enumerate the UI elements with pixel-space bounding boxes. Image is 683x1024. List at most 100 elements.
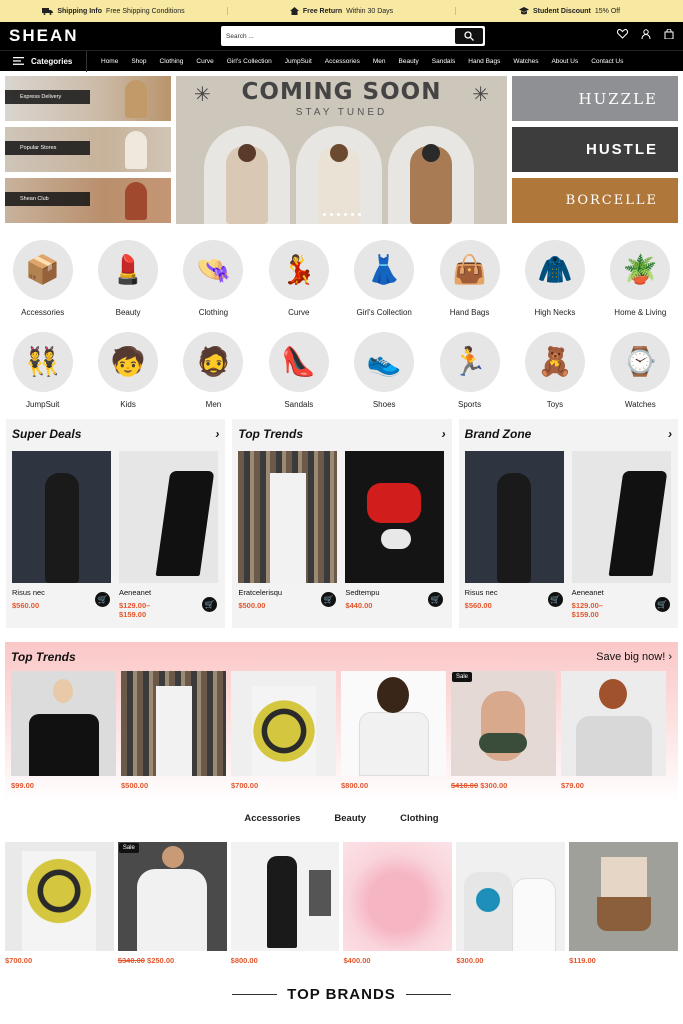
trend-product[interactable]: $99.00 (11, 671, 116, 790)
nav-link-curve[interactable]: Curve (196, 58, 213, 65)
grid-product[interactable]: $400.00 (343, 842, 453, 965)
category-label: Kids (120, 400, 136, 409)
category-watches[interactable]: ⌚ Watches (598, 332, 683, 409)
chevron-right-icon[interactable]: › (215, 427, 219, 441)
free-return-text: Within 30 Days (346, 7, 394, 15)
nav-link-sandals[interactable]: Sandals (432, 58, 456, 65)
divider-line (232, 994, 278, 995)
save-big-now-link[interactable]: Save big now! › (596, 651, 672, 663)
site-logo[interactable]: SHEAN (9, 26, 221, 46)
shopping-bag-icon[interactable] (664, 29, 674, 39)
category-sandals[interactable]: 👠 Sandals (256, 332, 341, 409)
product-image (569, 842, 678, 951)
category-kids[interactable]: 🧒 Kids (85, 332, 170, 409)
tab-accessories[interactable]: Accessories (244, 813, 300, 824)
free-return[interactable]: Free Return Within 30 Days (228, 7, 456, 15)
add-to-cart-icon[interactable]: 🛒 (547, 592, 563, 607)
categories-menu-button[interactable]: Categories (0, 50, 87, 72)
trend-product[interactable]: $79.00 (561, 671, 666, 790)
nav-link-jumpsuit[interactable]: JumpSuit (285, 58, 312, 65)
category-hand-bags[interactable]: 👜 Hand Bags (427, 240, 512, 317)
shipping-info[interactable]: Shipping Info Free Shipping Conditions (0, 7, 228, 15)
category-accessories[interactable]: 📦 Accessories (0, 240, 85, 317)
grid-product[interactable]: $300.00 (456, 842, 566, 965)
category-curve[interactable]: 💃 Curve (256, 240, 341, 317)
category-toys[interactable]: 🧸 Toys (512, 332, 597, 409)
search-input[interactable]: Search ... (226, 33, 254, 40)
add-to-cart-icon[interactable]: 🛒 (202, 597, 217, 612)
brand-card-borcelle[interactable]: BORCELLE (512, 178, 678, 223)
category-high-necks[interactable]: 🧥 High Necks (512, 240, 597, 317)
categories-label: Categories (31, 56, 73, 66)
sale-badge: Sale (452, 672, 473, 682)
nav-link-hand-bags[interactable]: Hand Bags (468, 58, 500, 65)
tab-clothing[interactable]: Clothing (400, 813, 439, 824)
trend-product[interactable]: $500.00 (121, 671, 226, 790)
product-price: $99.00 (11, 781, 34, 790)
tab-beauty[interactable]: Beauty (334, 813, 366, 824)
nav-link-shop[interactable]: Shop (131, 58, 146, 65)
nav-link-men[interactable]: Men (373, 58, 386, 65)
product-image (345, 451, 445, 583)
promo-label: Shean Club (5, 192, 90, 206)
hero-carousel[interactable]: ✳ ✳ COMING SOON STAY TUNED (176, 76, 507, 224)
grid-product[interactable]: $800.00 (230, 842, 340, 965)
category-image: 👜 (439, 240, 500, 300)
nav-link-watches[interactable]: Watches (513, 58, 538, 65)
nav-link-about-us[interactable]: About Us (551, 58, 578, 65)
category-image: 🧸 (524, 332, 585, 392)
category-girls-collection[interactable]: 👗 Girl's Collection (342, 240, 427, 317)
product-card[interactable]: Aeneanet $129.00– $159.00 (571, 451, 671, 619)
promo-card-shean-club[interactable]: Shean Club (5, 178, 171, 223)
nav-link-home[interactable]: Home (101, 58, 118, 65)
grid-product[interactable]: $119.00 (569, 842, 678, 965)
brand-card-huzzle[interactable]: HUZZLE (512, 76, 678, 121)
category-clothing[interactable]: 👒 Clothing (171, 240, 256, 317)
add-to-cart-icon[interactable]: 🛒 (95, 592, 110, 607)
student-discount[interactable]: Student Discount 15% Off (456, 7, 683, 15)
trend-product[interactable]: $800.00 (341, 671, 446, 790)
grid-product[interactable]: Sale $340.00 $250.00 (117, 842, 227, 965)
nav-link-clothing[interactable]: Clothing (160, 58, 184, 65)
carousel-dots[interactable] (176, 213, 507, 216)
category-men[interactable]: 🧔 Men (171, 332, 256, 409)
sale-price: $300.00 (480, 781, 508, 790)
panel-title: Super Deals (12, 427, 82, 441)
category-beauty[interactable]: 💄 Beauty (85, 240, 170, 317)
product-image (230, 842, 340, 951)
shipping-info-text: Free Shipping Conditions (106, 7, 185, 15)
category-label: Men (205, 400, 222, 409)
wishlist-heart-icon[interactable] (617, 29, 628, 39)
category-image: 💄 (98, 240, 159, 300)
product-image (341, 671, 446, 776)
search-bar[interactable]: Search ... (221, 26, 485, 46)
grid-product[interactable]: $700.00 (5, 842, 114, 965)
product-price: $119.00 (569, 956, 596, 965)
category-jumpsuit[interactable]: 👯 JumpSuit (0, 332, 85, 409)
category-image: 👒 (183, 240, 244, 300)
student-discount-title: Student Discount (532, 7, 591, 15)
nav-link-accessories[interactable]: Accessories (325, 58, 360, 65)
brand-card-hustle[interactable]: HUSTLE (512, 127, 678, 172)
search-button[interactable] (455, 28, 483, 44)
category-shoes[interactable]: 👟 Shoes (342, 332, 427, 409)
nav-link-girls-collection[interactable]: Girl's Collection (227, 58, 272, 65)
trend-product[interactable]: Sale $410.00 $300.00 (451, 671, 556, 790)
category-sports[interactable]: 🏃 Sports (427, 332, 512, 409)
user-account-icon[interactable] (641, 29, 651, 39)
product-image: Sale (451, 671, 556, 776)
nav-link-beauty[interactable]: Beauty (399, 58, 419, 65)
category-home-living[interactable]: 🪴 Home & Living (598, 240, 683, 317)
add-to-cart-icon[interactable]: 🛒 (654, 597, 670, 612)
chevron-right-icon[interactable]: › (442, 427, 446, 441)
product-card[interactable]: Aeneanet $129.00– $159.00 (119, 451, 218, 619)
product-card[interactable]: Eratcelerisqu $500.00 (238, 451, 338, 610)
promo-label: Express Delivery (5, 90, 90, 104)
nav-link-contact-us[interactable]: Contact Us (591, 58, 623, 65)
trend-product[interactable]: $700.00 (231, 671, 336, 790)
chevron-right-icon[interactable]: › (668, 427, 672, 441)
product-card[interactable]: Sedtempu $440.00 (345, 451, 445, 610)
promo-card-popular-stores[interactable]: Popular Stores (5, 127, 171, 172)
promo-card-express-delivery[interactable]: Express Delivery (5, 76, 171, 121)
old-price: $410.00 (451, 781, 479, 790)
